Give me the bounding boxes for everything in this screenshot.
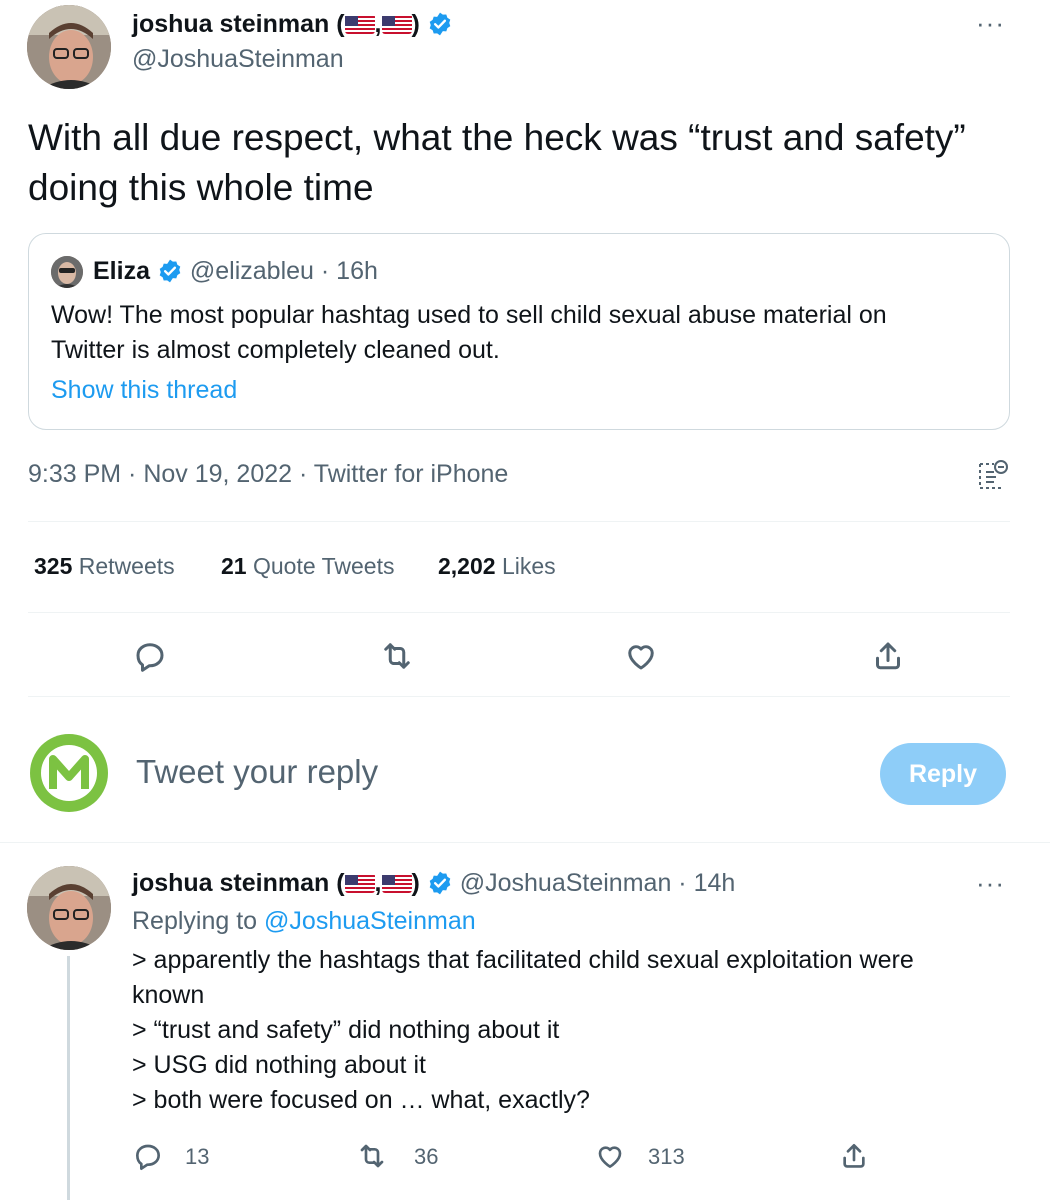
retweet-icon[interactable] bbox=[356, 1140, 388, 1172]
divider bbox=[0, 842, 1050, 843]
verified-badge-icon bbox=[429, 12, 451, 36]
reply-author-handle[interactable]: @JoshuaSteinman bbox=[460, 869, 672, 897]
replying-to-label: Replying to bbox=[132, 907, 258, 935]
replying-to-handle[interactable]: @JoshuaSteinman bbox=[264, 907, 476, 935]
share-icon[interactable] bbox=[870, 638, 906, 674]
retweet-icon[interactable] bbox=[379, 638, 415, 674]
tweet-reply-input[interactable]: Tweet your reply bbox=[136, 753, 836, 791]
quoted-author-name[interactable]: Eliza bbox=[93, 257, 150, 285]
thread-connector-line bbox=[67, 956, 70, 1200]
like-icon[interactable] bbox=[623, 638, 659, 674]
likes-stat[interactable]: 2,202 Likes bbox=[438, 553, 556, 579]
divider bbox=[28, 696, 1010, 697]
reply-author-name[interactable]: joshua steinman (,) bbox=[132, 869, 420, 897]
reply-line: > USG did nothing about it bbox=[132, 1051, 426, 1079]
quoted-author-handle[interactable]: @elizableu bbox=[190, 257, 314, 285]
quoted-author-avatar bbox=[51, 256, 83, 288]
like-count: 313 bbox=[648, 1144, 685, 1169]
tweet-timestamp[interactable]: 9:33 PM · Nov 19, 2022 · Twitter for iPh… bbox=[28, 460, 508, 489]
us-flag-icon bbox=[381, 14, 412, 34]
user-avatar-logo[interactable] bbox=[28, 732, 110, 814]
reply-icon[interactable] bbox=[132, 638, 168, 674]
like-icon[interactable] bbox=[594, 1140, 626, 1172]
quote-tweets-stat[interactable]: 21 Quote Tweets bbox=[221, 553, 394, 579]
reply-text: > apparently the hashtags that facilitat… bbox=[132, 943, 972, 1118]
reply-line: > apparently the hashtags that facilitat… bbox=[132, 946, 914, 1009]
divider bbox=[28, 612, 1010, 613]
verified-badge-icon bbox=[429, 871, 451, 895]
reply-line: > both were focused on … what, exactly? bbox=[132, 1086, 590, 1114]
author-handle[interactable]: @JoshuaSteinman bbox=[132, 45, 344, 74]
show-thread-link[interactable]: Show this thread bbox=[51, 376, 237, 405]
tweet-text: With all due respect, what the heck was … bbox=[28, 117, 966, 208]
reply-icon[interactable] bbox=[132, 1140, 164, 1172]
author-name[interactable]: joshua steinman (,) bbox=[132, 10, 453, 39]
tweet-analytics-icon[interactable] bbox=[976, 458, 1010, 492]
more-options-icon[interactable]: ··· bbox=[976, 8, 1005, 39]
share-icon[interactable] bbox=[838, 1140, 870, 1172]
us-flag-icon bbox=[381, 873, 412, 893]
us-flag-icon bbox=[344, 14, 375, 34]
quoted-text: Wow! The most popular hashtag used to se… bbox=[51, 301, 887, 364]
retweets-stat[interactable]: 325 Retweets bbox=[34, 553, 175, 579]
verified-badge-icon bbox=[159, 259, 181, 283]
reply-author-avatar[interactable] bbox=[27, 866, 111, 950]
more-options-icon[interactable]: ··· bbox=[976, 868, 1005, 899]
reply-button[interactable]: Reply bbox=[880, 743, 1006, 805]
us-flag-icon bbox=[344, 873, 375, 893]
author-avatar[interactable] bbox=[27, 5, 111, 89]
reply-count: 13 bbox=[185, 1144, 210, 1169]
divider bbox=[28, 521, 1010, 522]
reply-time[interactable]: · 14h bbox=[678, 869, 735, 897]
retweet-count: 36 bbox=[414, 1144, 439, 1169]
quoted-time[interactable]: · 16h bbox=[321, 257, 378, 285]
quoted-tweet[interactable]: Eliza @elizableu · 16h Wow! The most pop… bbox=[28, 233, 1010, 430]
reply-line: > “trust and safety” did nothing about i… bbox=[132, 1016, 560, 1044]
